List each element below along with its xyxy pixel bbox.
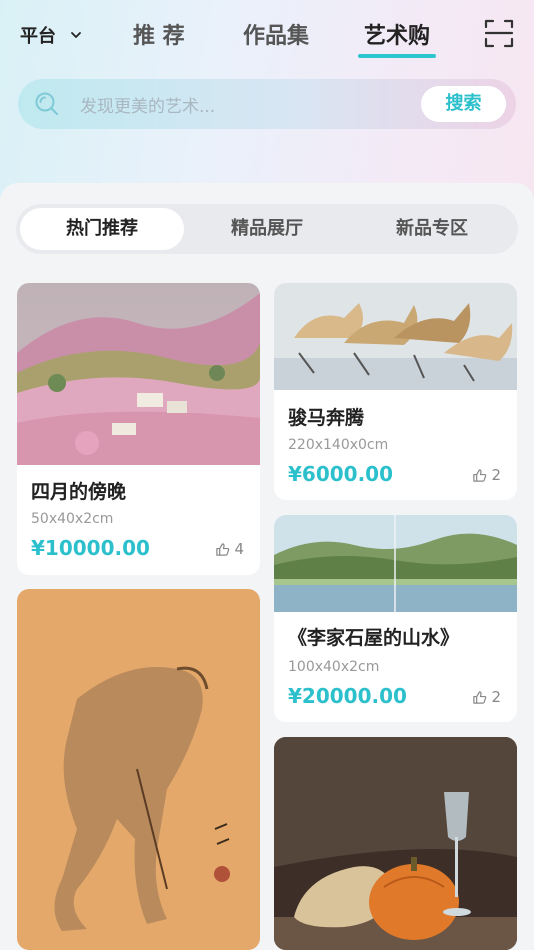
tab-collections[interactable]: 作品集 [243, 18, 309, 50]
search-bar[interactable]: 发现更美的艺术... 搜索 [18, 79, 516, 129]
search-icon [35, 92, 59, 116]
artwork-image [274, 737, 517, 950]
product-card[interactable]: 四月的傍晚 50x40x2cm ¥10000.00 4 [17, 283, 260, 575]
thumbs-up-icon [473, 690, 487, 704]
product-title: 骏马奔腾 [288, 407, 365, 429]
product-price: ¥6000.00 [288, 462, 394, 486]
tab-art-shop[interactable]: 艺术购 [364, 18, 430, 50]
search-input[interactable]: 发现更美的艺术... [80, 92, 215, 117]
artwork-image [17, 589, 260, 950]
active-tab-indicator [358, 54, 436, 58]
scan-icon[interactable] [484, 18, 514, 48]
segment-hot-picks[interactable]: 热门推荐 [20, 208, 184, 250]
like-button[interactable]: 2 [472, 466, 501, 484]
product-card[interactable]: 《李家石屋的山水》 100x40x2cm ¥20000.00 2 [274, 515, 517, 722]
product-price: ¥10000.00 [31, 536, 150, 560]
search-button[interactable]: 搜索 [421, 86, 506, 122]
artwork-image [274, 283, 517, 390]
artwork-image [274, 515, 517, 612]
product-card[interactable]: 骏马奔腾 220x140x0cm ¥6000.00 2 [274, 283, 517, 500]
top-header: 平台 推 荐 作品集 艺术购 [0, 0, 534, 70]
product-size: 220x140x0cm [288, 437, 389, 453]
like-count: 2 [491, 466, 501, 484]
segment-featured-gallery[interactable]: 精品展厅 [185, 208, 349, 250]
product-title: 四月的傍晚 [31, 481, 127, 503]
product-size: 100x40x2cm [288, 659, 380, 675]
category-segmented-control: 热门推荐 精品展厅 新品专区 [16, 204, 518, 254]
segment-new-arrivals[interactable]: 新品专区 [350, 208, 514, 250]
product-price: ¥20000.00 [288, 684, 407, 708]
platform-label: 平台 [20, 26, 56, 47]
like-count: 2 [491, 688, 501, 706]
product-card[interactable] [274, 737, 517, 950]
like-button[interactable]: 4 [215, 540, 244, 558]
thumbs-up-icon [473, 468, 487, 482]
thumbs-up-icon [216, 542, 230, 556]
artwork-image [17, 283, 260, 465]
chevron-down-icon [71, 32, 81, 38]
platform-selector[interactable]: 平台 [20, 22, 82, 48]
product-size: 50x40x2cm [31, 511, 114, 527]
product-title: 《李家石屋的山水》 [288, 627, 460, 649]
like-count: 4 [234, 540, 244, 558]
like-button[interactable]: 2 [472, 688, 501, 706]
tab-recommend[interactable]: 推 荐 [133, 18, 185, 50]
product-card[interactable] [17, 589, 260, 950]
